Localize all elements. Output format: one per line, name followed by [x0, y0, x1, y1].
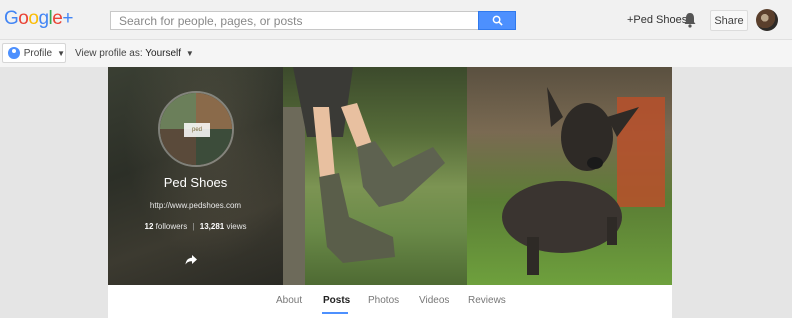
google-plus-logo[interactable]: Google+ — [4, 7, 73, 31]
logo-letter: G — [4, 8, 19, 29]
profile-tabs: About Posts Photos Videos Reviews — [108, 285, 672, 318]
tab-videos[interactable]: Videos — [419, 295, 449, 306]
logo-letter: o — [28, 8, 39, 29]
view-as-prefix: View profile as: — [75, 48, 143, 59]
profile-icon — [8, 47, 20, 59]
logo-letter: + — [62, 8, 73, 29]
tab-about[interactable]: About — [276, 295, 302, 306]
followers-count: 12 — [144, 222, 154, 231]
top-bar: Google+ Search for people, pages, or pos… — [0, 0, 792, 40]
search-icon — [492, 15, 503, 26]
tab-photos[interactable]: Photos — [368, 295, 399, 306]
plus-page-link[interactable]: +Ped Shoes — [627, 14, 687, 26]
view-as-value: Yourself — [145, 48, 182, 59]
logo-letter: e — [52, 8, 63, 29]
profile-dropdown-button[interactable]: Profile ▼ — [2, 43, 66, 63]
chevron-down-icon: ▼ — [185, 49, 194, 58]
cover-photo: ped Ped Shoes http://www.pedshoes.com 12… — [108, 67, 672, 285]
search-button[interactable] — [478, 11, 516, 30]
page-profile-picture[interactable]: ped — [158, 91, 234, 167]
cover-photo-boots — [283, 67, 467, 285]
stats-divider: | — [192, 222, 195, 231]
tab-posts[interactable]: Posts — [323, 295, 350, 306]
logo-letter: o — [18, 8, 29, 29]
ped-logo: ped — [184, 123, 210, 137]
views-label: views — [226, 222, 247, 231]
share-arrow-icon[interactable] — [185, 255, 197, 265]
profile-label: Profile — [23, 47, 53, 59]
boots-illustration — [283, 67, 445, 285]
profile-sub-bar: Profile ▼ View profile as: Yourself ▼ — [0, 40, 792, 67]
cover-photo-dog — [467, 67, 672, 285]
avatar[interactable] — [756, 9, 778, 31]
view-profile-as[interactable]: View profile as: Yourself ▼ — [75, 48, 194, 59]
logo-letter: g — [38, 8, 49, 29]
chevron-down-icon: ▼ — [57, 48, 65, 58]
tab-reviews[interactable]: Reviews — [468, 295, 506, 306]
followers-label[interactable]: followers — [156, 222, 188, 231]
views-count: 13,281 — [199, 222, 225, 231]
dog-illustration — [502, 87, 665, 275]
search-input[interactable]: Search for people, pages, or posts — [110, 11, 478, 30]
page-url-link[interactable]: http://www.pedshoes.com — [108, 201, 283, 210]
active-tab-indicator — [322, 312, 348, 314]
page-title: Ped Shoes — [163, 175, 228, 190]
page-stats: 12 followers | 13,281 views — [108, 222, 283, 231]
bell-icon[interactable] — [683, 12, 697, 28]
share-button[interactable]: Share — [710, 10, 748, 31]
